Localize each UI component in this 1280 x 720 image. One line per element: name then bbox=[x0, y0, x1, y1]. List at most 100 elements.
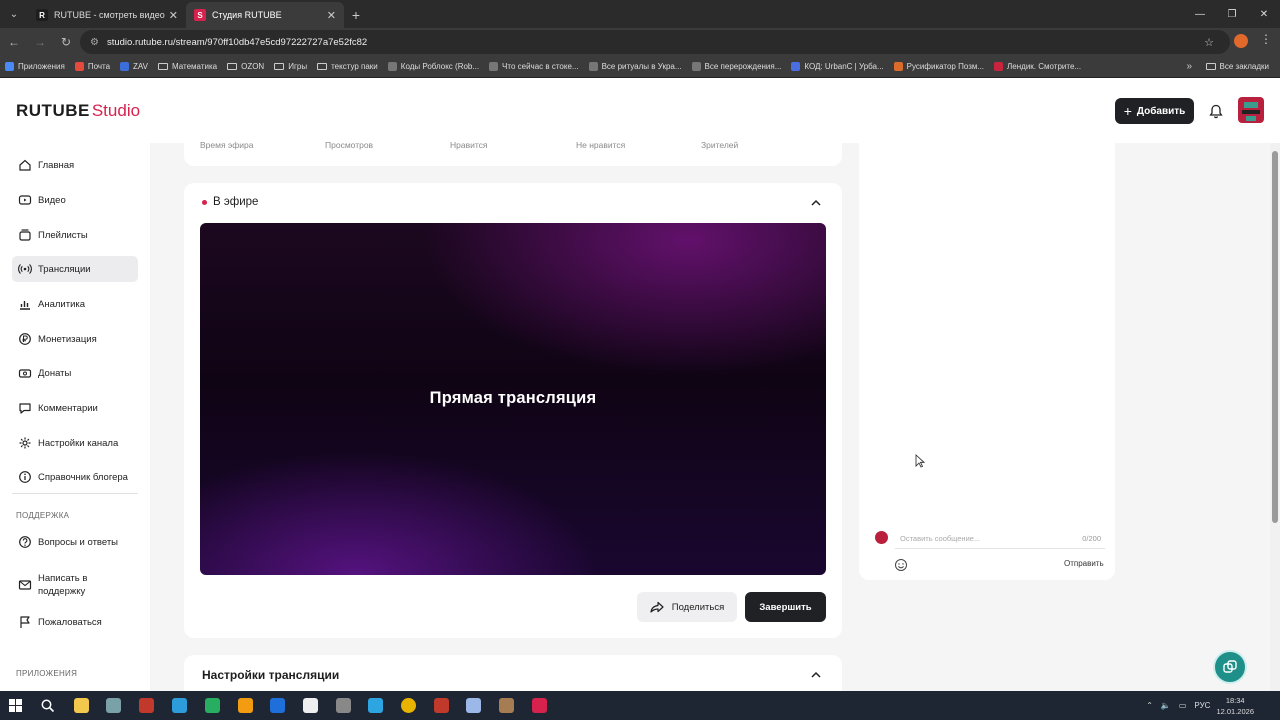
bookmark-label: Приложения bbox=[18, 62, 65, 71]
url-input[interactable]: ⚙ studio.rutube.ru/stream/970ff10db47e5c… bbox=[80, 30, 1230, 54]
notepad-icon[interactable] bbox=[466, 698, 481, 713]
close-icon[interactable]: ✕ bbox=[327, 9, 336, 22]
chrome-icon[interactable] bbox=[401, 698, 416, 713]
language-indicator[interactable]: РУС bbox=[1194, 701, 1210, 710]
restore-icon[interactable]: ❐ bbox=[1216, 0, 1248, 28]
app-icon[interactable] bbox=[139, 698, 154, 713]
sidebar-item-label: Справочник блогера bbox=[38, 471, 128, 483]
bookmark-item[interactable]: ZAV bbox=[115, 56, 153, 78]
sidebar-item-monetization[interactable]: Монетизация bbox=[12, 326, 138, 352]
send-button[interactable]: Отправить bbox=[1064, 559, 1104, 568]
page-scrollbar[interactable] bbox=[1270, 143, 1280, 691]
bookmark-item[interactable]: Лендик. Смотрите... bbox=[989, 56, 1086, 78]
sidebar-item-flag[interactable]: Пожаловаться bbox=[12, 609, 138, 635]
chat-message-input[interactable]: Оставить сообщение... 0/200 bbox=[895, 529, 1105, 549]
sidebar-item-home[interactable]: Главная bbox=[12, 152, 138, 178]
live-dot-icon bbox=[202, 199, 207, 205]
avatar[interactable] bbox=[1238, 97, 1264, 123]
studio-favicon-icon: S bbox=[194, 9, 206, 21]
bookmark-item[interactable]: Все перерождения... bbox=[687, 56, 787, 78]
finish-button[interactable]: Завершить bbox=[745, 592, 826, 622]
sidebar-item-label: Комментарии bbox=[38, 402, 98, 414]
bookmark-star-icon[interactable]: ☆ bbox=[1204, 36, 1214, 49]
app-icon[interactable] bbox=[336, 698, 351, 713]
bookmark-item[interactable]: Приложения bbox=[0, 56, 70, 78]
app-icon[interactable] bbox=[434, 698, 449, 713]
app-icon[interactable] bbox=[303, 698, 318, 713]
share-label: Поделиться bbox=[671, 601, 725, 613]
sidebar-item-question[interactable]: Вопросы и ответы bbox=[12, 529, 138, 555]
video-player[interactable]: Прямая трансляция bbox=[200, 223, 826, 575]
tray-chevron-icon[interactable]: ⌃ bbox=[1146, 701, 1153, 710]
scrollbar-thumb[interactable] bbox=[1272, 151, 1278, 523]
bookmark-item[interactable]: Почта bbox=[70, 56, 115, 78]
app-icon[interactable] bbox=[172, 698, 187, 713]
app-icon[interactable] bbox=[205, 698, 220, 713]
bookmark-item[interactable]: текстур паки bbox=[312, 56, 383, 78]
windows-start-icon[interactable] bbox=[8, 698, 23, 713]
network-icon[interactable]: ▭ bbox=[1179, 701, 1187, 710]
bookmark-item[interactable]: Что сейчас в стоке... bbox=[484, 56, 584, 78]
sidebar-item-video[interactable]: Видео bbox=[12, 187, 138, 213]
folder-icon bbox=[1205, 63, 1216, 70]
photoshop-icon[interactable] bbox=[270, 698, 285, 713]
bookmark-favicon-icon bbox=[120, 62, 130, 71]
bookmark-label: Почта bbox=[87, 62, 111, 71]
rutube-studio-logo[interactable]: RUTUBE Studio bbox=[16, 101, 140, 121]
bookmark-item[interactable]: Математика bbox=[153, 56, 222, 78]
chat-avatar bbox=[875, 531, 888, 544]
close-icon[interactable]: ✕ bbox=[169, 9, 178, 22]
stat-label: Зрителей bbox=[701, 140, 739, 150]
support-chat-button[interactable] bbox=[1213, 650, 1247, 684]
chevron-up-icon[interactable] bbox=[810, 669, 822, 681]
reload-icon[interactable]: ↻ bbox=[54, 30, 78, 54]
bookmark-favicon-icon bbox=[691, 62, 701, 71]
sidebar-item-comments[interactable]: Комментарии bbox=[12, 395, 138, 421]
sidebar-item-playlist[interactable]: Плейлисты bbox=[12, 222, 138, 248]
bookmark-item[interactable]: Коды Роблокс (Rob... bbox=[383, 56, 484, 78]
tab-title: RUTUBE - смотреть видео онлайн bbox=[54, 10, 165, 20]
browser-tab-rutube[interactable]: R RUTUBE - смотреть видео онлайн ✕ bbox=[28, 2, 186, 28]
all-bookmarks[interactable]: Все закладки bbox=[1201, 56, 1274, 78]
forward-icon[interactable]: → bbox=[28, 30, 52, 54]
sidebar-item-settings[interactable]: Настройки канала bbox=[12, 430, 138, 456]
minimize-icon[interactable]: — bbox=[1184, 0, 1216, 28]
app-icon[interactable] bbox=[238, 698, 253, 713]
bookmark-label: КОД: UrbanC | Урба... bbox=[804, 62, 884, 71]
app-icon[interactable] bbox=[499, 698, 514, 713]
app-icon[interactable] bbox=[532, 698, 547, 713]
sidebar-item-donate[interactable]: Донаты bbox=[12, 360, 138, 386]
sidebar-item-label: Монетизация bbox=[38, 333, 97, 345]
browser-tab-studio[interactable]: S Студия RUTUBE ✕ bbox=[186, 2, 344, 28]
volume-icon[interactable]: 🔈 bbox=[1161, 701, 1171, 710]
sidebar-item-mail[interactable]: Написать в поддержку bbox=[12, 569, 138, 601]
telegram-icon[interactable] bbox=[368, 698, 383, 713]
search-icon[interactable] bbox=[40, 698, 55, 713]
bell-icon[interactable] bbox=[1207, 102, 1225, 120]
bookmark-item[interactable]: Игры bbox=[269, 56, 312, 78]
bookmark-item[interactable]: OZON bbox=[222, 56, 269, 78]
bookmark-item[interactable]: Все ритуалы в Укра... bbox=[584, 56, 687, 78]
browser-menu-icon[interactable]: ⋮ bbox=[1260, 32, 1272, 46]
close-window-icon[interactable]: ✕ bbox=[1248, 0, 1280, 28]
add-button[interactable]: + Добавить bbox=[1115, 98, 1194, 124]
stream-settings-card[interactable]: Настройки трансляции bbox=[184, 655, 842, 691]
sidebar-item-broadcast[interactable]: Трансляции bbox=[12, 256, 138, 282]
sidebar-item-analytics[interactable]: Аналитика bbox=[12, 291, 138, 317]
chevron-up-icon[interactable] bbox=[810, 197, 822, 209]
site-settings-icon[interactable]: ⚙ bbox=[90, 37, 99, 48]
new-tab-button[interactable]: + bbox=[344, 2, 368, 28]
file-explorer-icon[interactable] bbox=[74, 698, 89, 713]
app-icon[interactable] bbox=[106, 698, 121, 713]
sidebar-item-info[interactable]: Справочник блогера bbox=[12, 464, 138, 490]
emoji-icon[interactable] bbox=[894, 558, 908, 572]
stat-label: Время эфира bbox=[200, 140, 254, 150]
more-bookmarks-icon[interactable]: » bbox=[1186, 61, 1192, 72]
bookmark-item[interactable]: КОД: UrbanC | Урба... bbox=[786, 56, 888, 78]
bookmark-item[interactable]: Русификатор Позм... bbox=[889, 56, 989, 78]
back-icon[interactable]: ← bbox=[2, 30, 26, 54]
tab-search-icon[interactable]: ⌄ bbox=[0, 0, 28, 28]
clock[interactable]: 18:34 12.01.2026 bbox=[1216, 695, 1254, 717]
extension-icon[interactable] bbox=[1234, 34, 1248, 48]
share-button[interactable]: Поделиться bbox=[637, 592, 737, 622]
